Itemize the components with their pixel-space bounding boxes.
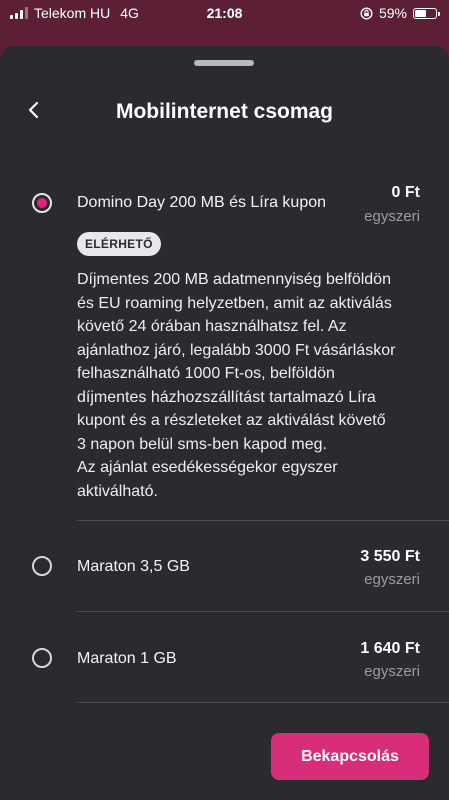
activate-button[interactable]: Bekapcsolás bbox=[271, 733, 429, 780]
radio-button[interactable] bbox=[32, 648, 52, 668]
option-price-note: egyszeri bbox=[364, 571, 420, 588]
battery-fill bbox=[415, 9, 426, 17]
sheet-drag-handle[interactable] bbox=[194, 60, 254, 66]
option-price: 1 640 Ft bbox=[360, 640, 420, 657]
option-name: Maraton 3,5 GB bbox=[77, 558, 190, 575]
option-name: Domino Day 200 MB és Líra kupon bbox=[77, 194, 327, 211]
battery-percent: 59% bbox=[378, 5, 407, 21]
radio-button[interactable] bbox=[32, 556, 52, 576]
option-price: 0 Ft bbox=[391, 184, 420, 201]
option-price-note: egyszeri bbox=[364, 208, 420, 225]
option-name: Maraton 1 GB bbox=[77, 650, 177, 667]
bottom-sheet: Mobilinternet csomag Domino Day 200 MB é… bbox=[0, 46, 449, 800]
option-price: 3 550 Ft bbox=[360, 548, 420, 565]
option-description: Díjmentes 200 MB adatmennyiség belföldön… bbox=[77, 271, 396, 500]
battery-icon bbox=[413, 7, 440, 19]
page-title: Mobilinternet csomag bbox=[115, 100, 334, 123]
radio-dot bbox=[37, 198, 47, 208]
status-badge: ELÉRHETŐ bbox=[77, 232, 161, 256]
divider bbox=[77, 611, 449, 612]
option-price-note: egyszeri bbox=[364, 663, 420, 680]
divider bbox=[77, 702, 449, 703]
orientation-lock-icon bbox=[360, 6, 373, 20]
radio-button-selected[interactable] bbox=[32, 193, 52, 213]
status-right: 59% bbox=[360, 5, 440, 21]
status-bar: Telekom HU 4G 21:08 59% bbox=[0, 0, 449, 28]
divider bbox=[77, 520, 449, 521]
